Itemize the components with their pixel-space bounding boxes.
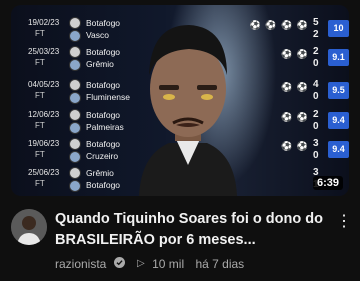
match-date: 25/03/23 xyxy=(28,47,60,56)
play-icon: ▷ xyxy=(137,258,145,270)
home-score: 4 xyxy=(313,79,319,90)
match-date: 19/02/23 xyxy=(28,18,60,27)
away-score: 0 xyxy=(313,58,319,69)
home-score: 2 xyxy=(313,109,319,120)
match-status: FT xyxy=(35,58,45,67)
home-score: 5 xyxy=(313,17,319,28)
match-date: 12/06/23 xyxy=(28,110,60,119)
video-title[interactable]: Quando Tiquinho Soares foi o dono do BRA… xyxy=(55,209,330,251)
match-status: FT xyxy=(35,150,45,159)
home-crest-icon xyxy=(69,46,81,58)
video-duration: 6:39 xyxy=(312,176,343,190)
match-status: FT xyxy=(35,29,45,38)
home-crest-icon xyxy=(69,79,81,91)
match-status: FT xyxy=(35,121,45,130)
away-score: 2 xyxy=(313,29,319,40)
event-icons: ⚽ ⚽ xyxy=(281,49,309,59)
away-crest-icon xyxy=(69,151,81,163)
away-crest-icon xyxy=(69,30,81,42)
player-rating: 10 xyxy=(328,20,349,37)
player-rating: 9.5 xyxy=(328,82,349,99)
away-team: Fluminense xyxy=(86,92,130,102)
away-score: 0 xyxy=(313,150,319,161)
match-date: 19/06/23 xyxy=(28,139,60,148)
home-team: Botafogo xyxy=(86,18,121,28)
upload-age: há 7 dias xyxy=(195,256,245,271)
video-thumbnail[interactable]: 19/02/23 FT Botafogo Vasco ⚽ ⚽ ⚽ ⚽ 5 2 10 25/03/… xyxy=(11,5,349,196)
match-status: FT xyxy=(35,91,45,100)
home-crest-icon xyxy=(69,167,81,179)
away-team: Botafogo xyxy=(86,180,121,190)
away-team: Vasco xyxy=(86,30,109,40)
home-team: Botafogo xyxy=(86,139,121,149)
away-team: Grêmio xyxy=(86,59,114,69)
home-team: Grêmio xyxy=(86,168,114,178)
channel-avatar[interactable] xyxy=(11,209,47,245)
away-score: 0 xyxy=(313,91,319,102)
home-crest-icon xyxy=(69,138,81,150)
channel-name[interactable]: razionista xyxy=(55,257,106,271)
away-crest-icon xyxy=(69,180,81,192)
verified-check-icon xyxy=(113,256,125,271)
match-status: FT xyxy=(35,179,45,188)
match-date: 04/05/23 xyxy=(28,80,60,89)
event-icons: ⚽ ⚽ xyxy=(281,82,309,92)
away-crest-icon xyxy=(69,92,81,104)
view-count: 10 mil xyxy=(152,256,185,271)
event-icons: ⚽ ⚽ xyxy=(281,141,309,151)
player-rating: 9.4 xyxy=(328,112,349,129)
video-meta: razionista ▷ 10 mil há 7 dias xyxy=(55,256,244,271)
home-score: 2 xyxy=(313,46,319,57)
home-crest-icon xyxy=(69,109,81,121)
home-team: Botafogo xyxy=(86,80,121,90)
away-crest-icon xyxy=(69,122,81,134)
home-team: Botafogo xyxy=(86,110,121,120)
match-date: 25/06/23 xyxy=(28,168,60,177)
away-team: Palmeiras xyxy=(86,122,124,132)
event-icons: ⚽ ⚽ xyxy=(281,112,309,122)
player-rating: 9.1 xyxy=(328,49,349,66)
player-rating: 9.4 xyxy=(328,141,349,158)
away-team: Cruzeiro xyxy=(86,151,119,161)
player-portrait xyxy=(139,25,237,196)
away-score: 0 xyxy=(313,121,319,132)
more-vert-icon[interactable]: ⋮ xyxy=(336,212,352,232)
home-crest-icon xyxy=(69,17,81,29)
home-score: 3 xyxy=(313,138,319,149)
away-crest-icon xyxy=(69,59,81,71)
home-team: Botafogo xyxy=(86,47,121,57)
avatar-person-icon xyxy=(11,209,47,245)
event-icons: ⚽ ⚽ ⚽ ⚽ xyxy=(249,20,309,30)
